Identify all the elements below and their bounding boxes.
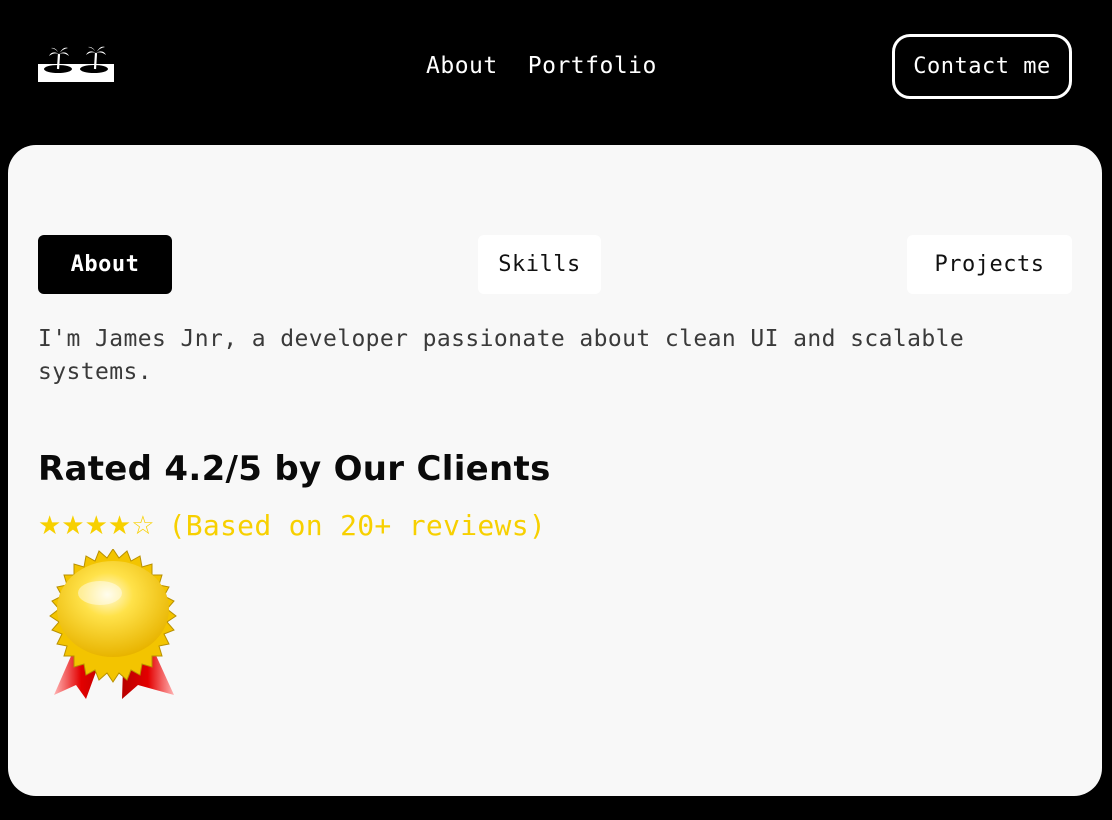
review-count: (Based on 20+ reviews) — [168, 509, 547, 542]
tab-about[interactable]: About — [38, 235, 172, 294]
tab-projects[interactable]: Projects — [907, 235, 1072, 294]
star-rating-icon: ★★★★☆ — [38, 510, 155, 541]
profile-card: About Skills Projects I'm James Jnr, a d… — [8, 145, 1102, 796]
top-navigation: About Portfolio Contact me — [0, 0, 1112, 132]
nav-link-about[interactable]: About — [426, 50, 498, 82]
main-nav: About Portfolio — [426, 50, 657, 82]
tab-skills[interactable]: Skills — [478, 235, 601, 294]
nav-link-portfolio[interactable]: Portfolio — [528, 50, 657, 82]
rating-summary: ★★★★☆ (Based on 20+ reviews) — [38, 509, 546, 542]
palm-island-icon[interactable] — [38, 42, 114, 82]
about-description: I'm James Jnr, a developer passionate ab… — [38, 326, 965, 385]
rating-heading: Rated 4.2/5 by Our Clients — [38, 449, 551, 489]
award-ribbon-icon — [38, 548, 188, 701]
contact-me-button[interactable]: Contact me — [892, 34, 1072, 99]
